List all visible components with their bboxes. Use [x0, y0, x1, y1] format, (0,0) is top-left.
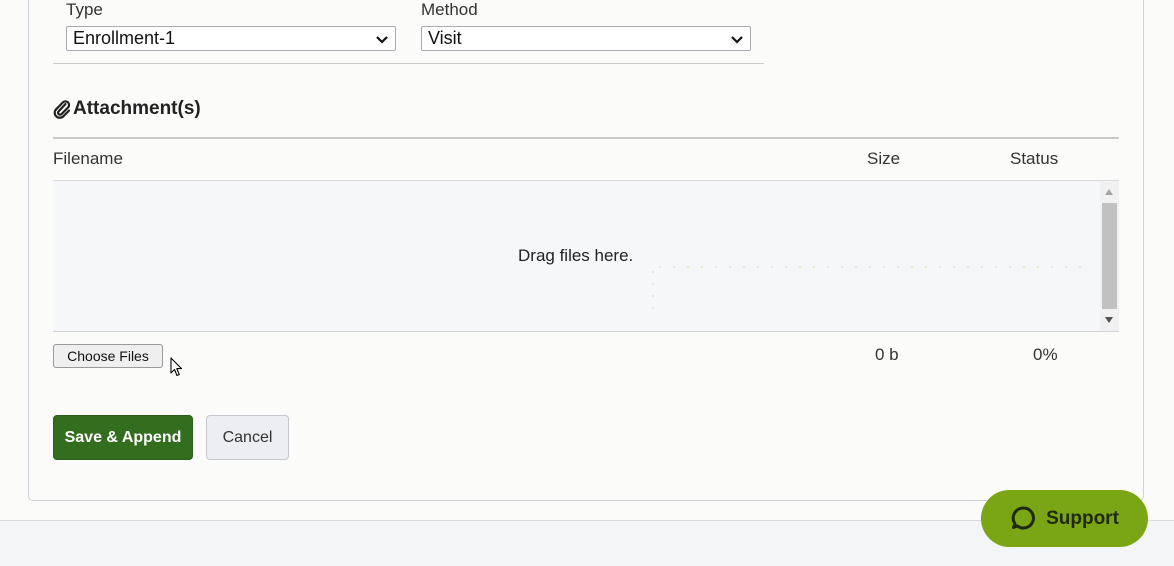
method-select[interactable]: Visit	[421, 26, 751, 51]
choose-files-button[interactable]: Choose Files	[53, 344, 163, 368]
dropzone-text: Drag files here.	[518, 246, 634, 265]
chevron-down-icon	[376, 36, 388, 44]
dropzone-scrollbar[interactable]	[1100, 181, 1119, 331]
divider	[53, 63, 764, 64]
upload-progress: 0%	[1033, 345, 1058, 364]
type-label: Type	[66, 0, 103, 19]
type-select[interactable]: Enrollment-1	[66, 26, 396, 51]
save-append-button[interactable]: Save & Append	[53, 415, 193, 460]
divider	[53, 137, 1119, 139]
chat-bubble-icon	[1011, 506, 1035, 530]
column-header-filename: Filename	[53, 149, 123, 168]
paperclip-icon	[53, 100, 71, 119]
column-header-status: Status	[1010, 149, 1059, 168]
support-button[interactable]: Support	[981, 490, 1148, 547]
drag-outline	[652, 266, 654, 316]
file-dropzone[interactable]: Drag files here.	[53, 180, 1119, 332]
column-header-size: Size	[867, 149, 901, 168]
type-select-value: Enrollment-1	[73, 28, 176, 48]
chevron-down-icon	[731, 36, 743, 44]
support-label: Support	[1046, 507, 1119, 529]
total-size: 0 b	[875, 345, 899, 364]
scroll-thumb[interactable]	[1102, 203, 1117, 309]
scroll-up-arrow-icon[interactable]	[1105, 189, 1113, 195]
cancel-button[interactable]: Cancel	[206, 415, 289, 460]
method-select-value: Visit	[428, 28, 462, 48]
scroll-down-arrow-icon[interactable]	[1105, 317, 1113, 323]
attachments-title: Attachment(s)	[73, 98, 201, 119]
drag-outline	[653, 266, 1083, 268]
mouse-cursor-icon	[170, 357, 183, 377]
method-label: Method	[421, 0, 478, 19]
attachments-heading: Attachment(s)	[53, 98, 201, 120]
